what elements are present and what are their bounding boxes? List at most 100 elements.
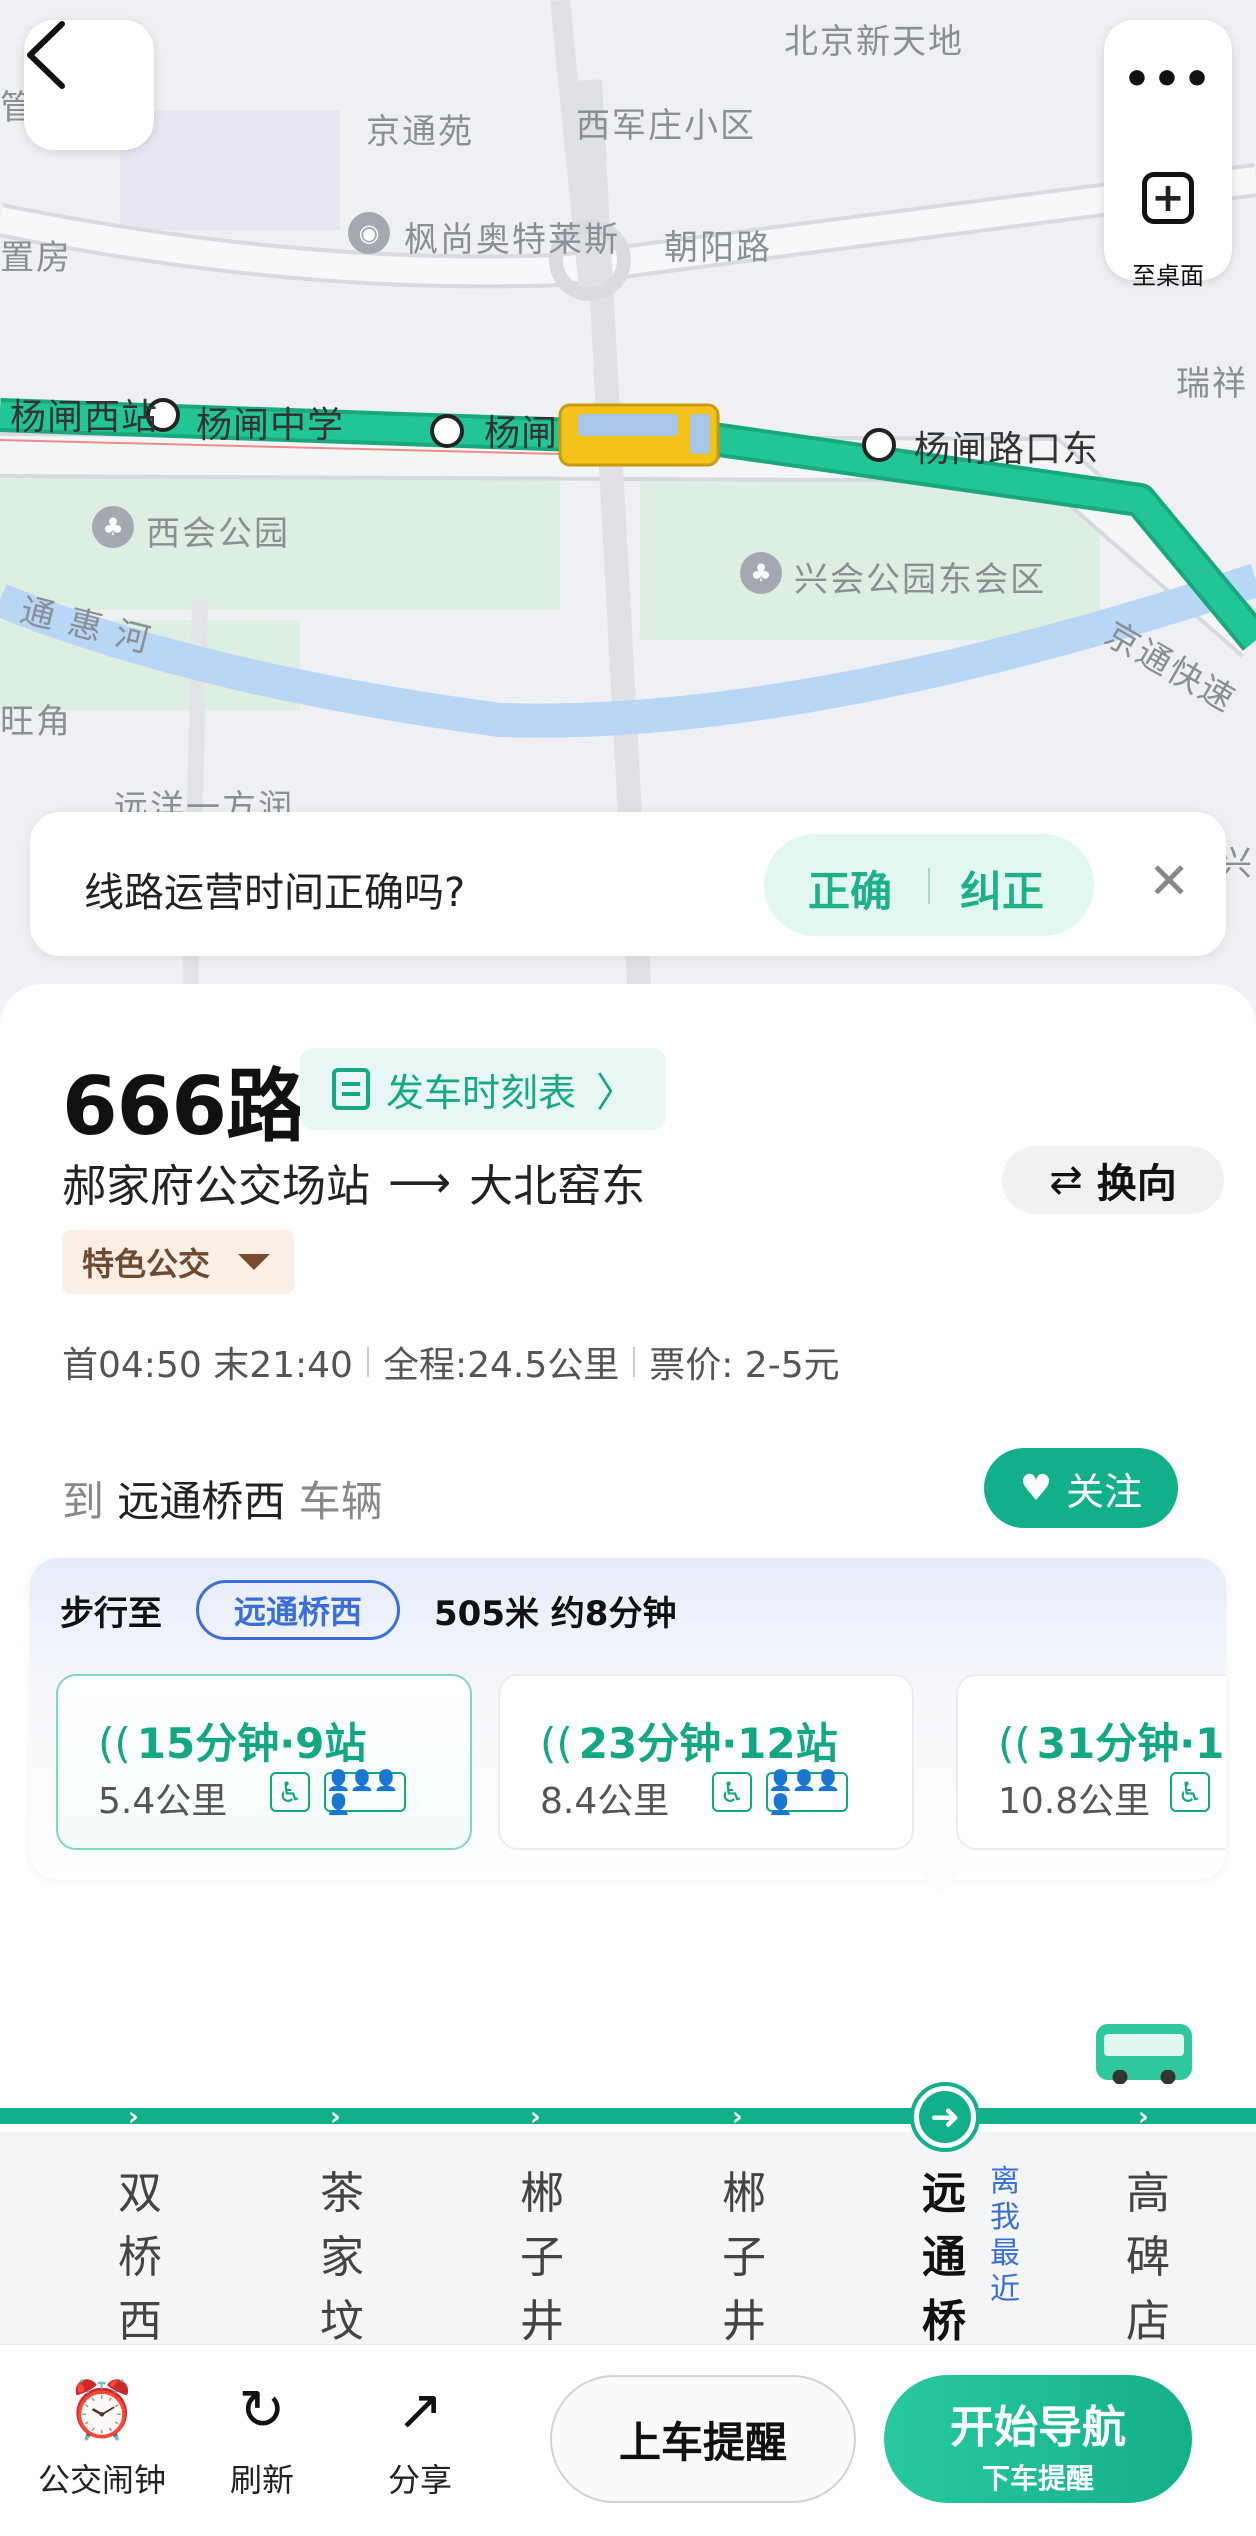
map-side-panel: ••• + 至桌面 [1104,20,1232,290]
map-label-xihui-park: 西会公园 [146,514,290,554]
bus-distance: 10.8公里 [998,1781,1151,1822]
wheelchair-icon: ♿ [270,1772,310,1812]
clipboard-icon [332,1068,370,1110]
bus-alarm-label: 公交闹钟 [37,2461,166,2499]
signal-icon: (( [540,1719,573,1768]
close-icon[interactable]: ✕ [1148,856,1190,906]
boarding-reminder-button[interactable]: 上车提醒 [550,2375,856,2503]
chevron-left-icon [27,21,65,89]
park-icon: ♣ [92,506,134,548]
start-navigation-button[interactable]: 开始导航 下车提醒 [884,2375,1192,2503]
feedback-pill: 正确 纠正 [764,834,1094,936]
nearest-stop-tag: 离我最近 [990,2164,1020,2307]
chevron-right-icon: › [128,2102,139,2132]
more-icon[interactable]: ••• [1104,58,1232,102]
back-button[interactable] [24,20,154,150]
map-label-xinghui-park: 兴会公园东会区 [794,560,1046,600]
route-distance: 全程:24.5公里 [382,1345,620,1386]
wheelchair-icon: ♿ [1170,1772,1210,1812]
refresh-button[interactable]: ↻ 刷新 [192,2381,332,2501]
map-label-wangjiao: 旺角 [0,702,72,742]
reverse-direction-button[interactable]: ⇄ 换向 [1002,1146,1224,1214]
follow-button[interactable]: ♥ 关注 [984,1448,1178,1528]
bus-eta: ((31分钟·15站 [998,1710,1226,1771]
share-button[interactable]: ↗ 分享 [350,2381,490,2501]
route-direction: 郝家府公交场站 ⟶ 大北窑东 [62,1150,645,1214]
chevron-right-icon: › [1138,2102,1149,2132]
wheelchair-icon: ♿ [712,1772,752,1812]
stop-item[interactable]: 郴子井 [516,2162,568,2362]
park-icon: ♣ [740,552,782,594]
destination-line: 到 远通桥西 车辆 [62,1468,383,1529]
map-stop-yangzha[interactable]: 杨闸 [484,404,558,456]
add-to-desktop-label[interactable]: 至桌面 [1104,256,1232,291]
signal-icon: (( [98,1719,131,1768]
bus-arrival-card[interactable]: ((15分钟·9站 5.4公里 ♿ 👤👤👤👤 [56,1674,472,1850]
pill-divider [928,868,930,904]
map-stop-yangzha-road-east[interactable]: 杨闸路口东 [914,420,1099,472]
route-stop-marker[interactable] [862,428,896,462]
bus-eta-text: 23分钟·12站 [578,1719,838,1768]
bus-icon [1096,2024,1192,2084]
service-hours: 首04:50 末21:40 [62,1345,353,1386]
walk-stop-chip[interactable]: 远通桥西 [196,1580,400,1640]
walk-distance: 505米 约8分钟 [434,1594,677,1634]
route-detail-card: 666路 发车时刻表 〉 郝家府公交场站 ⟶ 大北窑东 ⇄ 换向 特色公交 首0… [0,984,1256,2536]
follow-label: 关注 [1066,1469,1143,1514]
map-stop-yangzha-middle[interactable]: 杨闸中学 [196,396,344,448]
add-to-desktop-icon[interactable]: + [1142,172,1194,224]
reverse-label: 换向 [1096,1161,1177,1207]
stop-item[interactable]: 茶家坟 [316,2162,368,2362]
share-label: 分享 [387,2461,452,2499]
caret-down-icon [238,1254,271,1270]
route-stop-marker[interactable] [430,414,464,448]
refresh-label: 刷新 [229,2461,294,2499]
divider [366,1347,369,1377]
timetable-button[interactable]: 发车时刻表 〉 [300,1048,666,1130]
share-icon: ↗ [396,2378,444,2443]
fix-button[interactable]: 纠正 [960,858,1044,919]
destination-prefix: 到 [62,1477,105,1526]
correct-button[interactable]: 正确 [808,858,892,919]
start-navigation-label: 开始导航 [950,2402,1126,2453]
arrow-right-icon: ➜ [919,2091,971,2143]
crowd-level-icon: 👤👤👤👤 [766,1768,848,1816]
map-label-fengshang: 枫尚奥特莱斯 [404,220,620,260]
route-type-badge[interactable]: 特色公交 [62,1230,294,1294]
map-label-zhifang: 置房 [0,238,72,278]
feedback-question: 线路运营时间正确吗? [84,870,466,916]
bus-eta-text: 31分钟·15站 [1036,1719,1226,1768]
stop-item[interactable]: 双桥西 [114,2162,166,2362]
route-type-label: 特色公交 [82,1245,211,1283]
signal-icon: (( [998,1719,1031,1768]
chevron-right-icon: › [530,2102,541,2132]
swap-icon: ⇄ [1049,1157,1083,1203]
timetable-label: 发车时刻表 [386,1070,577,1115]
stop-item[interactable]: 郴子井 [718,2162,770,2362]
map-stop-yangzha-west[interactable]: 杨闸西站 [10,388,158,440]
bus-distance: 5.4公里 [98,1781,228,1822]
bus-eta-text: 15分钟·9站 [136,1719,367,1768]
destination-suffix: 车辆 [298,1477,383,1526]
current-stop-marker: ➜ [910,2082,980,2152]
bus-eta: ((23分钟·12站 [540,1710,838,1771]
panel-pointer [920,1872,960,1894]
route-fare: 票价: 2-5元 [649,1345,840,1386]
operating-time-feedback: 线路运营时间正确吗? 正确 纠正 ✕ [30,812,1226,956]
divider [633,1347,636,1377]
bus-alarm-button[interactable]: ⏰ 公交闹钟 [32,2381,172,2501]
bus-eta: ((15分钟·9站 [98,1710,366,1771]
direction-arrow-icon: ⟶ [388,1156,452,1208]
stop-item-current[interactable]: 远通桥 [918,2162,970,2362]
shop-icon: ◉ [348,212,390,254]
chevron-right-icon: › [732,2102,743,2132]
alarm-clock-icon: ⏰ [67,2378,137,2443]
heart-icon: ♥ [1019,1467,1053,1509]
map-label-chaoyang-road: 朝阳路 [664,228,772,268]
route-progress-line [0,2108,1256,2124]
bus-arrival-card[interactable]: ((23分钟·12站 8.4公里 ♿ 👤👤👤👤 [498,1674,914,1850]
route-terminus: 大北窑东 [469,1161,646,1212]
bottom-toolbar: ⏰ 公交闹钟 ↻ 刷新 ↗ 分享 上车提醒 开始导航 下车提醒 [0,2344,1256,2536]
bus-arrival-card[interactable]: ((31分钟·15站 10.8公里 ♿ [956,1674,1226,1850]
stop-item[interactable]: 高碑店 [1122,2162,1174,2362]
